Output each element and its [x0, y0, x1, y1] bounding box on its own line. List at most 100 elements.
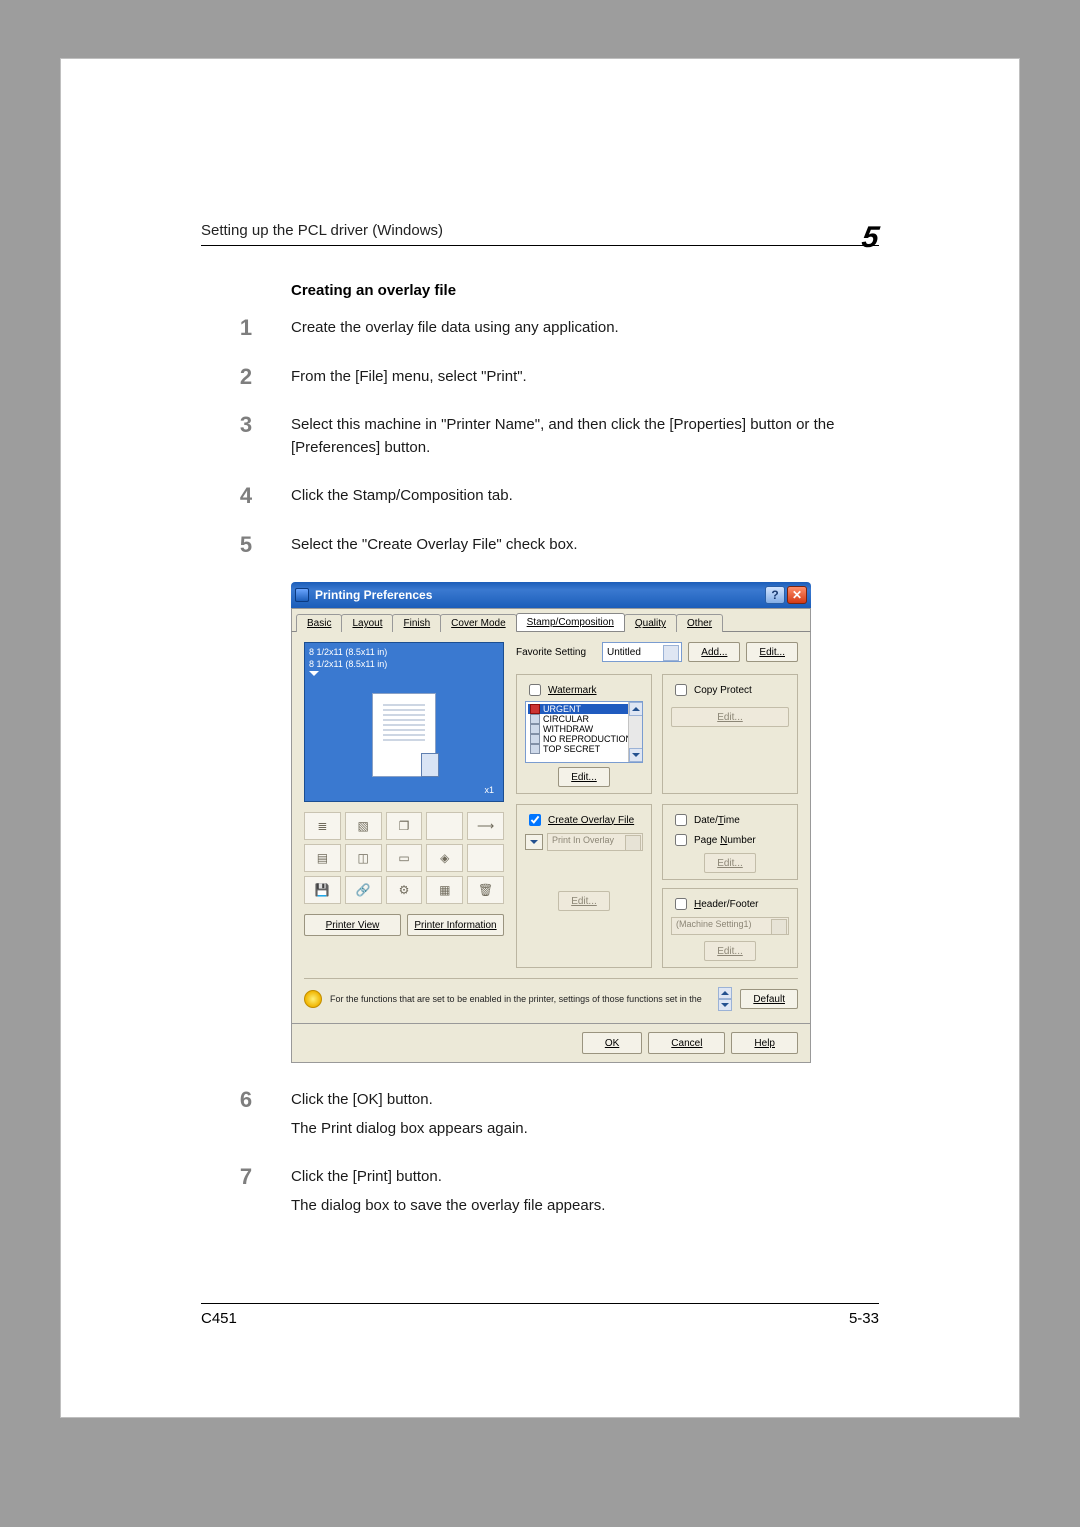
step-6: 6 Click the [OK] button. The Print dialo…: [201, 1089, 879, 1146]
cancel-button[interactable]: Cancel: [648, 1032, 725, 1054]
help-button-icon[interactable]: ?: [765, 586, 785, 604]
preview-size-top: 8 1/2x11 (8.5x11 in): [309, 647, 499, 657]
gear-icon[interactable]: ⚙: [386, 876, 423, 904]
step-number: 1: [201, 317, 291, 346]
stack-icon[interactable]: ❐: [386, 812, 423, 840]
watermark-option[interactable]: WITHDRAW: [528, 724, 640, 734]
printing-preferences-dialog: Printing Preferences ? ✕ Basic Layout Fi…: [291, 582, 811, 1063]
app-icon: [295, 588, 309, 602]
tab-other[interactable]: Other: [676, 614, 723, 632]
step-text: From the [File] menu, select "Print".: [291, 366, 879, 389]
trash-icon[interactable]: 🗑: [467, 876, 504, 904]
preview-panel: 8 1/2x11 (8.5x11 in) 8 1/2x11 (8.5x11 in…: [304, 642, 504, 968]
step-4: 4 Click the Stamp/Composition tab.: [201, 485, 879, 514]
ok-button[interactable]: OK: [582, 1032, 642, 1054]
overlay-panel: Create Overlay File Print In Overlay Edi…: [516, 804, 652, 968]
page-number-checkbox[interactable]: Page Number: [671, 831, 789, 849]
zoom-badge: x1: [481, 785, 497, 795]
page-footer: C451 5-33: [201, 1303, 879, 1327]
watermark-option[interactable]: NO REPRODUCTION: [528, 734, 640, 744]
preview-size-bottom: 8 1/2x11 (8.5x11 in): [309, 659, 499, 669]
dialog-title: Printing Preferences: [315, 588, 432, 602]
tab-basic[interactable]: Basic: [296, 614, 342, 632]
chevron-down-icon: [632, 753, 640, 757]
add-button[interactable]: Add...: [688, 642, 740, 662]
step-list: 1 Create the overlay file data using any…: [201, 317, 879, 562]
date-time-checkbox[interactable]: Date/Time: [671, 811, 789, 829]
chevron-down-icon: [667, 651, 675, 655]
watermark-option[interactable]: TOP SECRET: [528, 744, 640, 754]
lightbulb-icon: [304, 990, 322, 1008]
step-text: Select this machine in "Printer Name", a…: [291, 414, 879, 459]
pages-icon[interactable]: ≣: [304, 812, 341, 840]
watermark-panel: Watermark URGENT CIRCULAR WITHDRAW NO RE…: [516, 674, 652, 794]
scrollbar[interactable]: [628, 702, 642, 762]
blank-icon: [426, 812, 463, 840]
step-text: The Print dialog box appears again.: [291, 1118, 879, 1141]
printer-view-button[interactable]: Printer View: [304, 914, 401, 936]
hint-text: For the functions that are set to be ena…: [330, 994, 710, 1005]
stamp-icon: [530, 744, 540, 754]
flow-icon[interactable]: ⟶: [467, 812, 504, 840]
default-button[interactable]: Default: [740, 989, 798, 1009]
tab-stamp-composition[interactable]: Stamp/Composition: [516, 613, 625, 631]
hint-strip: For the functions that are set to be ena…: [304, 978, 798, 1011]
hint-scrollbar[interactable]: [718, 987, 732, 1011]
overlay-edit-button: Edit...: [558, 891, 610, 911]
watermark-listbox[interactable]: URGENT CIRCULAR WITHDRAW NO REPRODUCTION…: [525, 701, 643, 763]
chevron-down-icon: [721, 1003, 729, 1007]
stamp-icon: [530, 724, 540, 734]
stamp-icon: [530, 704, 540, 714]
watermark-edit-button[interactable]: Edit...: [558, 767, 610, 787]
settings-panel: Favorite Setting Untitled Add... Edit...…: [516, 642, 798, 968]
blank-icon-2: [467, 844, 504, 872]
header-footer-select: (Machine Setting1): [671, 917, 789, 935]
close-icon[interactable]: ✕: [787, 586, 807, 604]
step-number: 7: [201, 1166, 291, 1223]
print-in-overlay-select: Print In Overlay: [547, 833, 643, 851]
help-button[interactable]: Help: [731, 1032, 798, 1054]
watermark-checkbox[interactable]: Watermark: [525, 681, 643, 699]
tab-quality[interactable]: Quality: [624, 614, 677, 632]
printer-information-button[interactable]: Printer Information: [407, 914, 504, 936]
layers-icon[interactable]: ▦: [426, 876, 463, 904]
step-number: 2: [201, 366, 291, 395]
copy-protect-edit-button[interactable]: Edit...: [671, 707, 789, 727]
page-number: 5-33: [849, 1310, 879, 1327]
tab-finish[interactable]: Finish: [392, 614, 441, 632]
tab-layout[interactable]: Layout: [341, 614, 393, 632]
watermark-option[interactable]: CIRCULAR: [528, 714, 640, 724]
edit-button[interactable]: Edit...: [746, 642, 798, 662]
step-5: 5 Select the "Create Overlay File" check…: [201, 534, 879, 563]
grid-icon[interactable]: ◫: [345, 844, 382, 872]
section-heading: Creating an overlay file: [291, 282, 879, 299]
step-number: 5: [201, 534, 291, 563]
step-list-continued: 6 Click the [OK] button. The Print dialo…: [201, 1089, 879, 1223]
chapter-number: 5: [860, 223, 881, 253]
step-text: The dialog box to save the overlay file …: [291, 1195, 879, 1218]
copy-protect-checkbox[interactable]: Copy Protect: [671, 681, 789, 699]
overlay-indicator-icon: [421, 753, 439, 777]
header-footer-panel: Header/Footer (Machine Setting1) Edit...: [662, 888, 798, 968]
dialog-footer: OK Cancel Help: [291, 1024, 811, 1063]
link-icon[interactable]: 🔗: [345, 876, 382, 904]
booklet-icon[interactable]: ▤: [304, 844, 341, 872]
step-text: Select the "Create Overlay File" check b…: [291, 534, 879, 557]
arrow-down-icon: [525, 834, 543, 850]
watermark-option-urgent[interactable]: URGENT: [528, 704, 640, 714]
tab-cover-mode[interactable]: Cover Mode: [440, 614, 516, 632]
step-text: Click the Stamp/Composition tab.: [291, 485, 879, 508]
save-icon[interactable]: 💾: [304, 876, 341, 904]
header-footer-checkbox[interactable]: Header/Footer: [671, 895, 789, 913]
xout-icon[interactable]: ▧: [345, 812, 382, 840]
chevron-up-icon: [721, 991, 729, 995]
step-3: 3 Select this machine in "Printer Name",…: [201, 414, 879, 465]
dialog-titlebar[interactable]: Printing Preferences ? ✕: [291, 582, 811, 608]
favorite-setting-select[interactable]: Untitled: [602, 642, 682, 662]
doc-icon[interactable]: ▭: [386, 844, 423, 872]
feature-icon-grid: ≣ ▧ ❐ ⟶ ▤ ◫ ▭ ◈ 💾 🔗 ⚙ ▦ 🗑: [304, 812, 504, 904]
step-text: Click the [OK] button.: [291, 1089, 879, 1112]
create-overlay-checkbox[interactable]: Create Overlay File: [525, 811, 643, 829]
tint-icon[interactable]: ◈: [426, 844, 463, 872]
date-page-edit-button: Edit...: [704, 853, 756, 873]
